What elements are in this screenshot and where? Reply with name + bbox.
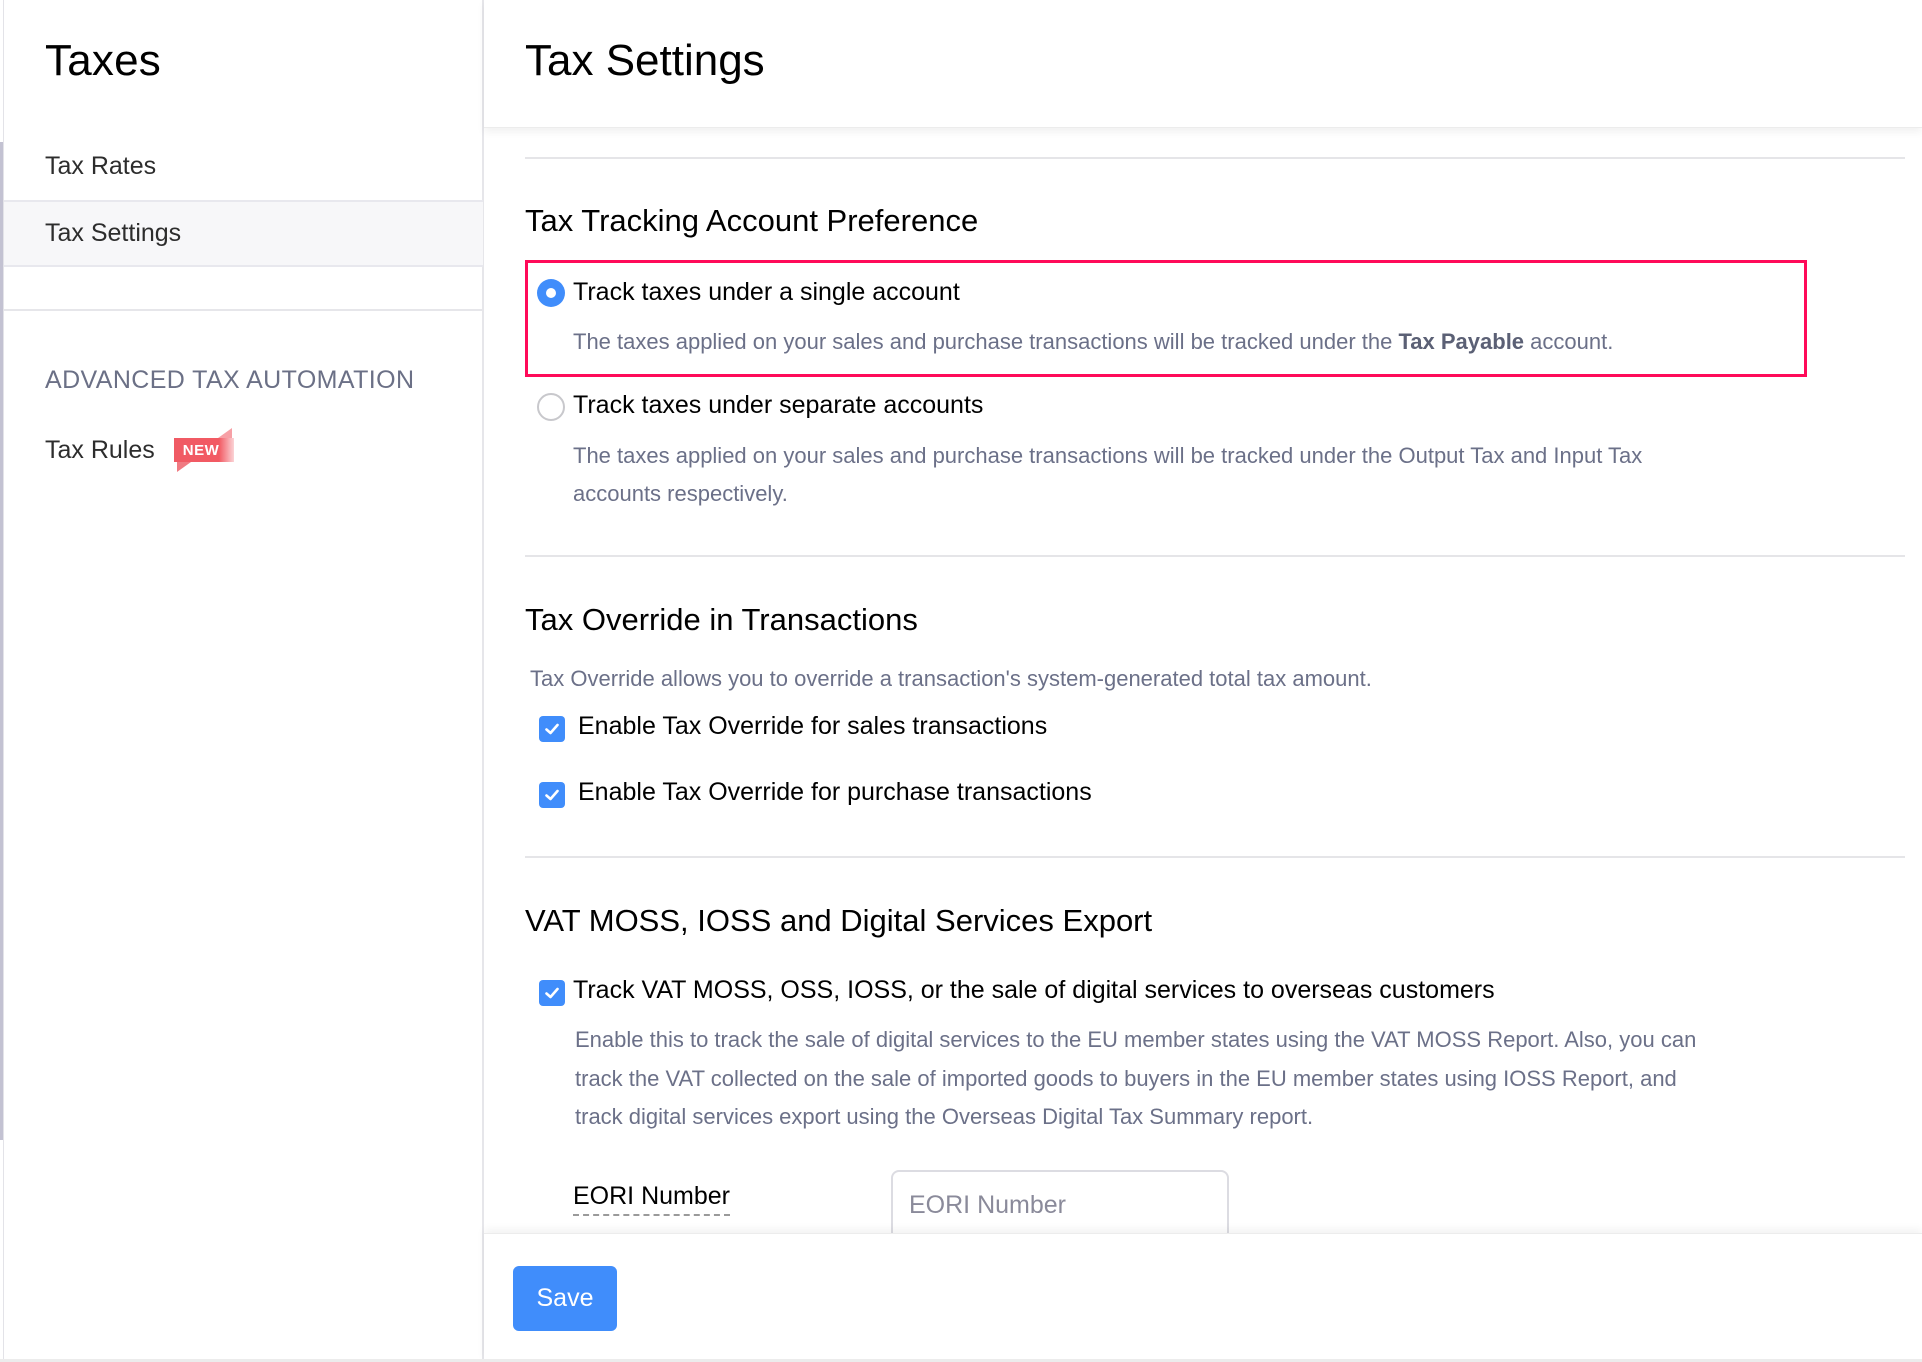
ribbon-fold-icon	[176, 462, 191, 472]
radio-single-account-desc: The taxes applied on your sales and purc…	[573, 323, 1613, 361]
page-footer: Save	[484, 1233, 1922, 1362]
radio-single-account-label[interactable]: Track taxes under a single account	[573, 278, 960, 307]
vat-description-line: Enable this to track the sale of digital…	[575, 1027, 1697, 1052]
vat-description-line: track digital services export using the …	[575, 1104, 1314, 1129]
section-divider	[525, 555, 1905, 557]
checkbox-override-purchase-label[interactable]: Enable Tax Override for purchase transac…	[578, 778, 1092, 807]
sidebar-item-tax-settings[interactable]: Tax Settings	[4, 200, 483, 267]
checkmark-icon	[545, 789, 559, 801]
new-badge-label: NEW	[173, 438, 234, 462]
sidebar-item-label: Tax Settings	[45, 219, 182, 247]
radio-separate-accounts-desc: accounts respectively.	[573, 481, 788, 506]
sidebar-item-label: Tax Rules	[45, 435, 155, 464]
sidebar-item-tax-rules[interactable]: Tax Rules NEW	[4, 422, 483, 478]
sidebar-item-label: Tax Rates	[45, 151, 157, 180]
page-header: Tax Settings	[484, 0, 1922, 128]
main-panel: Tax Settings Tax Tracking Account Prefer…	[484, 0, 1922, 1362]
new-badge: NEW	[173, 426, 234, 474]
sidebar-item-tax-rates[interactable]: Tax Rates	[4, 133, 483, 199]
eori-number-input[interactable]	[891, 1170, 1229, 1240]
sidebar: Taxes Tax Rates Tax Settings ADVANCED TA…	[3, 0, 484, 1362]
sidebar-divider	[4, 309, 483, 311]
section-divider	[525, 856, 1905, 858]
checkbox-override-sales-label[interactable]: Enable Tax Override for sales transactio…	[578, 712, 1047, 741]
checkmark-icon	[545, 987, 559, 999]
radio-separate-accounts-desc: The taxes applied on your sales and purc…	[573, 443, 1643, 468]
vat-description-line: track the VAT collected on the sale of i…	[575, 1066, 1677, 1091]
sidebar-section-heading: ADVANCED TAX AUTOMATION	[45, 366, 415, 394]
ribbon-fold-icon	[217, 428, 232, 438]
save-button[interactable]: Save	[513, 1266, 617, 1331]
desc-text: account.	[1524, 329, 1614, 354]
checkmark-icon	[545, 723, 559, 735]
sidebar-title: Taxes	[45, 36, 161, 85]
checkbox-override-purchase[interactable]	[539, 782, 565, 808]
override-heading: Tax Override in Transactions	[525, 602, 918, 637]
vat-heading: VAT MOSS, IOSS and Digital Services Expo…	[525, 903, 1153, 938]
checkbox-track-vat-moss-label[interactable]: Track VAT MOSS, OSS, IOSS, or the sale o…	[573, 976, 1495, 1005]
eori-number-label: EORI Number	[573, 1182, 730, 1216]
tax-payable-account-name: Tax Payable	[1398, 329, 1525, 354]
override-description: Tax Override allows you to override a tr…	[530, 666, 1372, 691]
page-title: Tax Settings	[525, 36, 765, 85]
radio-single-account[interactable]	[537, 279, 565, 307]
checkbox-track-vat-moss[interactable]	[539, 980, 565, 1006]
section-divider	[525, 157, 1905, 159]
radio-separate-accounts[interactable]	[537, 393, 565, 421]
desc-text: The taxes applied on your sales and purc…	[573, 329, 1399, 354]
tracking-heading: Tax Tracking Account Preference	[525, 203, 979, 238]
checkbox-override-sales[interactable]	[539, 716, 565, 742]
radio-separate-accounts-label[interactable]: Track taxes under separate accounts	[573, 391, 983, 420]
